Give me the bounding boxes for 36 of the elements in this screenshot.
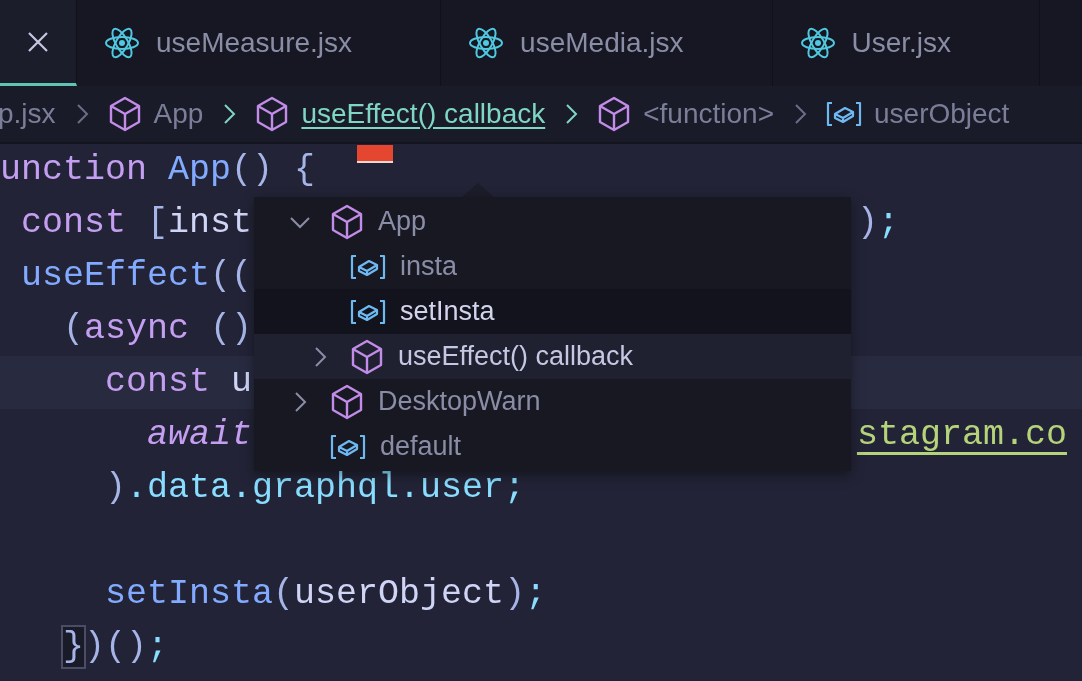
cube-icon <box>597 96 632 132</box>
breadcrumb-item[interactable]: <function> <box>643 93 774 135</box>
code-text: ).data.graphql.user; <box>104 468 526 508</box>
code-text: })(); <box>62 627 169 667</box>
react-atom-icon <box>104 27 140 59</box>
variable-icon <box>826 100 862 128</box>
tree-item[interactable]: App <box>254 199 851 244</box>
tree-item[interactable]: useEffect() callback <box>254 334 851 379</box>
code-text: unction App() { <box>0 150 316 190</box>
cube-icon <box>330 383 364 420</box>
code-text: await <box>146 415 253 455</box>
cube-icon <box>330 203 364 240</box>
code-text: stagram.co <box>856 415 1067 455</box>
code-text: (async () <box>62 309 253 349</box>
breadcrumb-item[interactable]: p.jsx <box>0 93 56 135</box>
react-atom-icon <box>799 27 836 59</box>
cube-icon <box>255 96 290 132</box>
cube-icon <box>350 338 384 375</box>
variable-icon <box>350 252 386 281</box>
variable-icon <box>330 432 366 461</box>
tab[interactable] <box>0 0 77 86</box>
cube-icon <box>107 96 142 132</box>
breadcrumb-item[interactable]: userObject <box>874 93 1010 135</box>
tree-item[interactable]: insta <box>254 244 851 289</box>
tree-item[interactable]: setInsta <box>254 289 851 334</box>
code-text: const [inst <box>20 203 253 243</box>
tree-item[interactable]: default <box>254 424 851 469</box>
code-text: ); <box>856 203 899 243</box>
react-atom-icon <box>468 27 505 59</box>
breadcrumb-item[interactable]: App <box>153 93 204 135</box>
code-text: useEffect(( <box>20 256 253 296</box>
tree-item[interactable]: DesktopWarn <box>254 379 851 424</box>
code-text: setInsta(userObject); <box>104 574 547 614</box>
code-text: const u <box>104 362 253 402</box>
variable-icon <box>350 297 386 326</box>
breadcrumb-item[interactable]: useEffect() callback <box>301 93 546 135</box>
